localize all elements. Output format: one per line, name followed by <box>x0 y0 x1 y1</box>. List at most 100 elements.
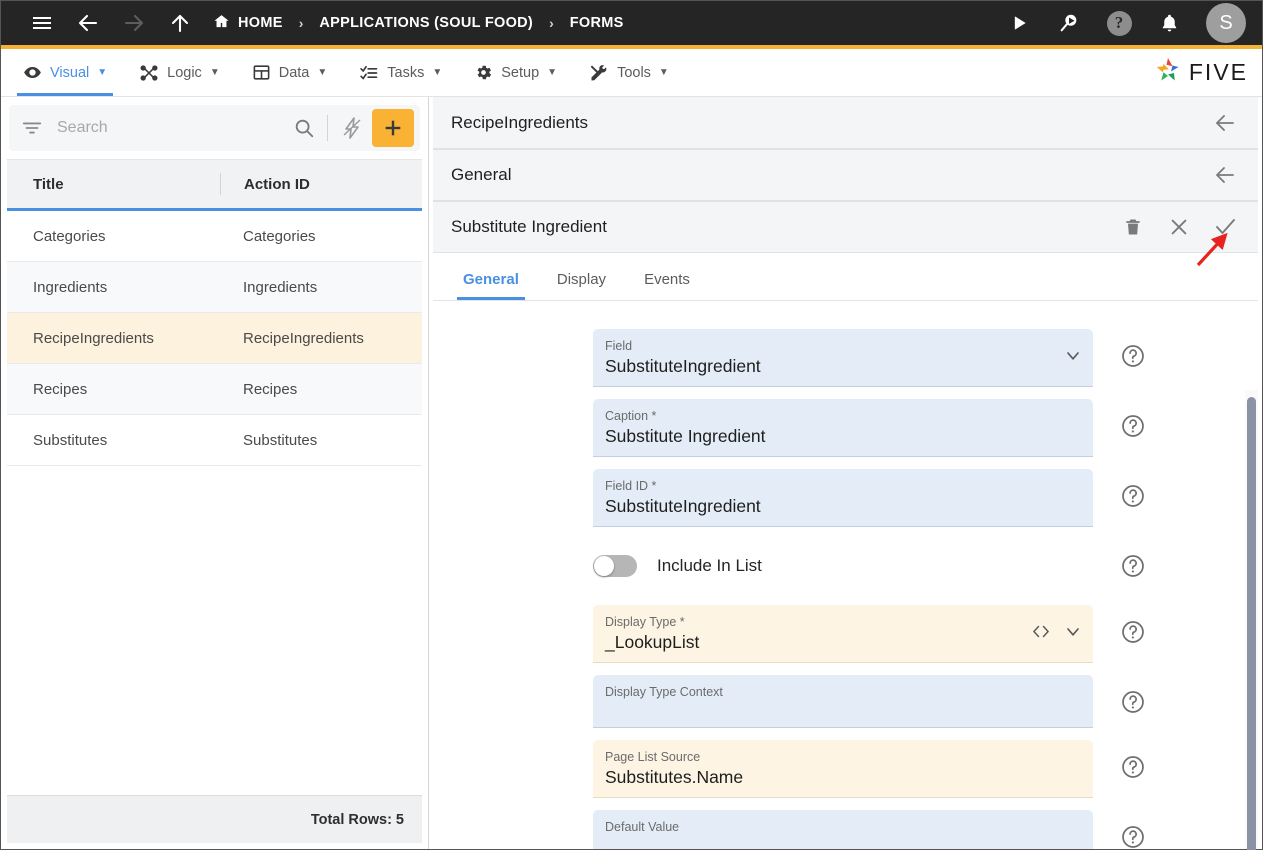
field-value: Substitute Ingredient <box>605 426 766 446</box>
menu-item-tools[interactable]: Tools ▼ <box>573 49 685 96</box>
help-circle-icon[interactable] <box>1120 824 1146 849</box>
menu-item-data[interactable]: Data ▼ <box>236 49 344 96</box>
cell-action-id: Categories <box>243 227 316 245</box>
vertical-scrollbar[interactable] <box>1247 397 1256 850</box>
hamburger-icon[interactable] <box>19 6 65 40</box>
code-brackets-icon[interactable] <box>1031 621 1051 646</box>
toggle-wrapper: Include In List <box>593 555 1093 577</box>
menu-item-label: Data <box>278 64 310 81</box>
search-icon[interactable] <box>287 117 321 139</box>
table-row[interactable]: Categories Categories <box>7 211 422 262</box>
bell-icon[interactable] <box>1152 6 1186 40</box>
breadcrumb-label: APPLICATIONS (SOUL FOOD) <box>319 15 534 31</box>
table-row-selected[interactable]: RecipeIngredients RecipeIngredients <box>7 313 422 364</box>
field-default-value[interactable]: Default Value <box>593 810 1093 849</box>
field-label: Field ID * <box>605 479 657 493</box>
main-body: Title Action ID Categories Categories In… <box>1 97 1262 850</box>
help-circle-icon[interactable] <box>1120 754 1146 780</box>
breadcrumb-item-forms[interactable]: FORMS <box>570 15 624 31</box>
tools-icon <box>589 63 609 83</box>
column-header-action-id[interactable]: Action ID <box>220 173 422 195</box>
close-icon[interactable] <box>1166 214 1192 240</box>
help-circle-icon[interactable] <box>1120 483 1146 509</box>
breadcrumb-label: HOME <box>238 15 283 31</box>
form-row-field-id: Field ID * SubstituteIngredient <box>433 469 1258 527</box>
forms-list-pane: Title Action ID Categories Categories In… <box>1 97 429 849</box>
help-circle-icon[interactable] <box>1120 689 1146 715</box>
active-tab-underline <box>17 93 114 96</box>
forms-table-header: Title Action ID <box>7 159 422 211</box>
top-navigation-bar: HOME › APPLICATIONS (SOUL FOOD) › FORMS <box>1 1 1262 49</box>
help-circle-icon[interactable] <box>1120 343 1146 369</box>
form-row-caption: Caption * Substitute Ingredient <box>433 399 1258 457</box>
field-value: SubstituteIngredient <box>605 496 761 516</box>
menu-item-label: Tools <box>617 64 651 81</box>
chevron-down-icon: ▼ <box>209 67 220 78</box>
cell-title: Substitutes <box>33 431 108 449</box>
question-icon[interactable]: ? <box>1102 6 1136 40</box>
breadcrumb-separator: › <box>549 15 554 31</box>
menu-item-logic[interactable]: Logic ▼ <box>123 49 236 96</box>
panel-actions <box>1212 110 1238 136</box>
play-icon[interactable] <box>1002 6 1036 40</box>
column-header-title[interactable]: Title <box>7 176 220 193</box>
field-field[interactable]: Field SubstituteIngredient <box>593 329 1093 387</box>
breadcrumb-item-applications[interactable]: APPLICATIONS (SOUL FOOD) <box>319 15 533 31</box>
cell-action-id: Substitutes <box>243 431 318 449</box>
avatar[interactable]: S <box>1206 3 1246 43</box>
tab-general[interactable]: General <box>451 271 531 300</box>
breadcrumb-item-home[interactable]: HOME <box>213 13 283 34</box>
menu-item-tasks[interactable]: Tasks ▼ <box>343 49 458 96</box>
field-page-list-source[interactable]: Page List Source Substitutes.Name <box>593 740 1093 798</box>
table-icon <box>252 63 271 82</box>
form-row-page-list-source: Page List Source Substitutes.Name <box>433 740 1258 798</box>
panel-header-general: General <box>433 149 1258 201</box>
filter-icon[interactable] <box>21 117 43 139</box>
cell-action-id: Recipes <box>243 380 298 398</box>
arrow-up-icon[interactable] <box>157 6 203 40</box>
field-label: Caption * <box>605 409 657 423</box>
help-glyph: ? <box>1106 10 1132 36</box>
tab-events[interactable]: Events <box>632 271 702 300</box>
field-label: Display Type Context <box>605 685 723 699</box>
help-circle-icon[interactable] <box>1120 619 1146 645</box>
panel-title: RecipeIngredients <box>451 112 589 132</box>
menu-item-visual[interactable]: Visual ▼ <box>7 49 123 96</box>
eye-icon <box>23 63 42 82</box>
form-row-include-in-list: Include In List <box>433 539 1258 593</box>
search-input[interactable] <box>43 119 287 137</box>
field-label: Field <box>605 339 633 353</box>
help-circle-icon[interactable] <box>1120 413 1146 439</box>
field-value: Substitutes.Name <box>605 767 744 787</box>
arrow-left-icon[interactable] <box>65 6 111 40</box>
include-in-list-toggle[interactable] <box>593 555 637 577</box>
menu-item-setup[interactable]: Setup ▼ <box>458 49 573 96</box>
chevron-down-icon[interactable] <box>1063 621 1083 646</box>
trash-icon[interactable] <box>1120 214 1146 240</box>
chevron-down-icon[interactable] <box>1063 345 1083 370</box>
table-row[interactable]: Ingredients Ingredients <box>7 262 422 313</box>
toggle-label: Include In List <box>657 556 762 575</box>
tab-display[interactable]: Display <box>545 271 618 300</box>
panel-title: General <box>451 165 512 184</box>
field-display-type-context[interactable]: Display Type Context <box>593 675 1093 728</box>
field-value: _LookupList <box>605 632 700 652</box>
field-field-id[interactable]: Field ID * SubstituteIngredient <box>593 469 1093 527</box>
home-icon <box>213 13 230 34</box>
menu-item-label: Setup <box>501 64 540 81</box>
breadcrumb: HOME › APPLICATIONS (SOUL FOOD) › FORMS <box>213 13 624 34</box>
field-display-type[interactable]: Display Type * _LookupList <box>593 605 1093 663</box>
table-row[interactable]: Recipes Recipes <box>7 364 422 415</box>
field-caption[interactable]: Caption * Substitute Ingredient <box>593 399 1093 457</box>
form-row-display-type: Display Type * _LookupList <box>433 605 1258 663</box>
arrow-left-icon[interactable] <box>1212 110 1238 136</box>
help-circle-icon[interactable] <box>1120 553 1146 579</box>
table-row[interactable]: Substitutes Substitutes <box>7 415 422 466</box>
save-check-button[interactable] <box>1212 214 1238 240</box>
chevron-down-icon: ▼ <box>658 67 669 78</box>
add-form-button[interactable] <box>372 109 414 147</box>
gear-icon <box>474 63 493 82</box>
search-play-icon[interactable] <box>1052 6 1086 40</box>
arrow-left-icon[interactable] <box>1212 162 1238 188</box>
chevron-down-icon: ▼ <box>317 67 328 78</box>
